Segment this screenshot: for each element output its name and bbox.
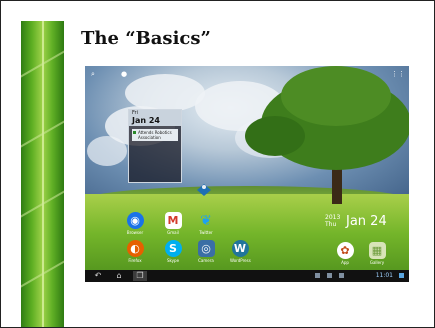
app-camera[interactable]: ◎ Camera bbox=[196, 240, 216, 263]
skype-icon: S bbox=[164, 240, 182, 257]
app-twitter[interactable]: ❦ Twitter bbox=[196, 212, 216, 236]
app-firefox[interactable]: ◐ Firefox bbox=[125, 240, 145, 263]
notification-icon[interactable] bbox=[339, 273, 344, 278]
widget-event-text: Attends Robotics Association bbox=[138, 130, 172, 140]
app-shortcut[interactable]: ✿ App bbox=[335, 242, 355, 265]
leaf-decoration bbox=[21, 21, 64, 327]
notification-icon[interactable] bbox=[327, 273, 332, 278]
mic-icon[interactable]: ● bbox=[121, 70, 127, 78]
recent-apps-icon[interactable]: ❐ bbox=[133, 271, 147, 281]
notification-icon[interactable] bbox=[315, 273, 320, 278]
app-gmail[interactable]: M Gmail bbox=[163, 212, 183, 235]
tablet-screenshot: ⌕ ● ⋮⋮ Fri Jan 24 Attends Robotics Assoc… bbox=[85, 66, 409, 282]
back-icon[interactable]: ↶ bbox=[91, 271, 105, 281]
home-icon[interactable]: ⌂ bbox=[112, 271, 126, 281]
bird-icon: ❦ bbox=[200, 212, 212, 229]
firefox-icon: ◐ bbox=[126, 240, 144, 257]
app-gallery[interactable]: ▦ Gallery bbox=[367, 242, 387, 265]
clock-year: 2013 bbox=[325, 214, 341, 221]
widget-event[interactable]: Attends Robotics Association bbox=[132, 129, 178, 141]
widget-date: Jan 24 bbox=[132, 116, 160, 125]
pointer-icon bbox=[197, 184, 211, 196]
status-time[interactable]: 11:01 bbox=[376, 272, 393, 279]
app-browser[interactable]: ◉ Browser bbox=[125, 212, 145, 235]
gallery-icon: ▦ bbox=[368, 242, 386, 259]
app-skype[interactable]: S Skype bbox=[163, 240, 183, 263]
clock-date: Jan 24 bbox=[346, 214, 387, 229]
wallpaper-field bbox=[85, 194, 409, 282]
slide-title: The “Basics” bbox=[81, 28, 211, 49]
battery-icon bbox=[399, 273, 404, 278]
camera-icon: ◎ bbox=[197, 240, 215, 257]
wordpress-icon: W bbox=[231, 240, 249, 257]
all-apps-icon[interactable]: ⋮⋮ bbox=[391, 70, 405, 78]
app-wordpress[interactable]: W WordPress bbox=[230, 240, 251, 263]
search-icon[interactable]: ⌕ bbox=[91, 70, 95, 78]
slide-frame: The “Basics” ⌕ ● ⋮⋮ Fri Jan 24 Attends R… bbox=[0, 0, 435, 328]
clock-day: Thu bbox=[325, 221, 337, 228]
system-nav-bar: ↶ ⌂ ❐ 11:01 bbox=[85, 270, 409, 282]
mail-icon: M bbox=[164, 212, 182, 229]
globe-icon: ◉ bbox=[126, 212, 144, 229]
calendar-widget[interactable]: Fri Jan 24 Attends Robotics Association bbox=[128, 109, 182, 183]
app-icon: ✿ bbox=[336, 242, 354, 259]
